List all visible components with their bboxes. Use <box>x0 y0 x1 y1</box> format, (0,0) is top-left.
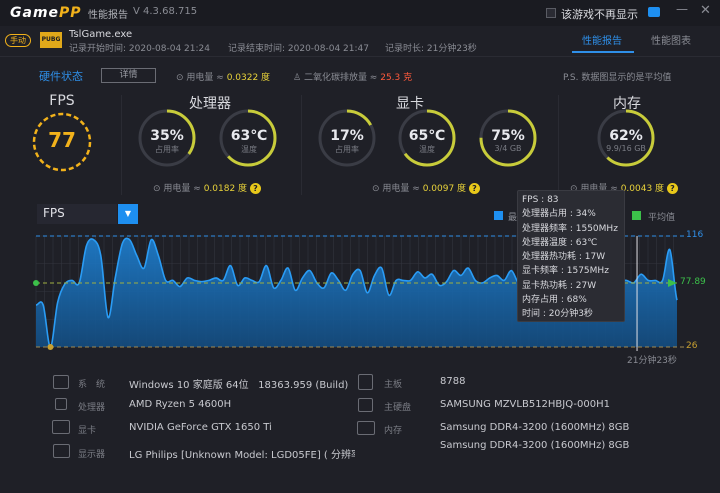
detail-button[interactable]: 详情 <box>101 68 156 83</box>
avg-note: P.S. 数据图显示的是平均值 <box>563 73 672 83</box>
motherboard-icon <box>358 374 373 390</box>
record-duration: 记录时长: 21分钟23秒 <box>385 44 477 54</box>
record-end: 记录结束时间: 2020-08-04 21:47 <box>228 44 369 54</box>
minimize-button[interactable]: — <box>676 2 688 16</box>
chart-tooltip: FPS : 83 处理器占用 : 34% 处理器频率 : 1550MHz 处理器温度… <box>517 190 625 322</box>
max-label: 116 <box>686 230 704 240</box>
windows-icon <box>53 375 69 389</box>
min-marker <box>47 344 54 350</box>
power-icon: ⊙ <box>176 73 187 83</box>
dont-show-checkbox[interactable] <box>546 8 556 18</box>
help-icon[interactable]: ? <box>666 183 678 194</box>
os-value: Windows 10 家庭版 64位 18363.959 (Build) <box>129 380 349 391</box>
legend-label-avg: 平均值 <box>648 213 676 223</box>
help-icon[interactable]: ? <box>249 183 261 194</box>
memory-value-1: Samsung DDR4-3200 (1600MHz) 8GB <box>440 422 630 433</box>
monitor-value: LG Philips [Unknown Model: LGD05FE] ( 分辨… <box>129 450 355 461</box>
motherboard-value: 8788 <box>440 376 466 387</box>
legend-swatch-max <box>494 211 503 220</box>
tab-charts[interactable]: 性能图表 <box>651 32 691 47</box>
gpu-mem-gauge: 75% 3/4 GB <box>491 128 525 153</box>
co2-icon: ♙ <box>293 73 304 83</box>
divider <box>0 56 720 57</box>
fps-value: 77 <box>48 128 76 152</box>
cpu-usage-gauge: 35% 占用率 <box>150 128 184 154</box>
memory-usage-gauge: 62% 9.9/16 GB <box>606 128 646 153</box>
camera-icon[interactable] <box>648 7 660 17</box>
memory-value-2: Samsung DDR4-3200 (1600MHz) 8GB <box>440 440 630 451</box>
disk-value: SAMSUNG MZVLB512HBJQ-000H1 <box>440 399 610 410</box>
close-button[interactable]: ✕ <box>700 3 711 18</box>
legend-label-max: 最 <box>508 213 518 223</box>
record-start: 记录开始时间: 2020-08-04 21:24 <box>69 44 210 54</box>
dont-show-label: 该游戏不再显示 <box>561 8 638 21</box>
exe-name: TslGame.exe <box>69 29 133 40</box>
metric-select[interactable]: FPS <box>37 204 117 224</box>
legend-swatch-avg <box>632 211 641 220</box>
cpu-temp-gauge: 63℃ 温度 <box>230 128 268 154</box>
window-title: 性能报告 <box>88 10 128 21</box>
monitor-icon <box>53 444 70 458</box>
info-label: 显示器 <box>78 450 106 460</box>
gpu-power: ⊙ 用电量 ≈ 0.0097 度 ? <box>372 181 480 194</box>
total-power: ⊙ 用电量 ≈ 0.0322 度 <box>176 73 271 83</box>
version-label: V 4.3.68.715 <box>133 6 198 17</box>
info-label: 内存 <box>384 426 403 436</box>
avg-marker <box>33 280 39 287</box>
chevron-down-icon[interactable]: ▼ <box>118 204 138 224</box>
cpu-power: ⊙ 用电量 ≈ 0.0182 度 ? <box>153 181 261 194</box>
hardware-status-title: 硬件状态 <box>39 70 83 83</box>
info-label: 系 统 <box>78 380 106 390</box>
app-logo: GamePP <box>10 5 82 21</box>
info-label: 显卡 <box>78 426 97 436</box>
co2-emission: ♙ 二氧化碳排放量 ≈ 25.3 克 <box>293 73 413 83</box>
gpu-temp-gauge: 65℃ 温度 <box>408 128 446 154</box>
cpu-icon <box>55 398 67 410</box>
gpu-usage-gauge: 17% 占用率 <box>330 128 364 154</box>
gpu-icon <box>52 420 70 434</box>
info-label: 主板 <box>384 380 403 390</box>
end-time-label: 21分钟23秒 <box>627 356 677 366</box>
cpu-value: AMD Ryzen 5 4600H <box>129 399 232 410</box>
info-label: 处理器 <box>78 403 106 413</box>
info-label: 主硬盘 <box>384 403 412 413</box>
game-icon: PUBG <box>40 32 62 48</box>
gpu-value: NVIDIA GeForce GTX 1650 Ti <box>129 422 272 433</box>
active-tab-indicator <box>572 51 634 53</box>
tab-report[interactable]: 性能报告 <box>582 32 622 47</box>
help-icon[interactable]: ? <box>468 183 480 194</box>
mode-badge: 手动 <box>5 34 31 47</box>
memory-icon <box>357 421 375 435</box>
min-label: 26 <box>686 341 698 351</box>
avg-label: 77.89 <box>680 277 706 287</box>
disk-icon <box>358 398 373 412</box>
